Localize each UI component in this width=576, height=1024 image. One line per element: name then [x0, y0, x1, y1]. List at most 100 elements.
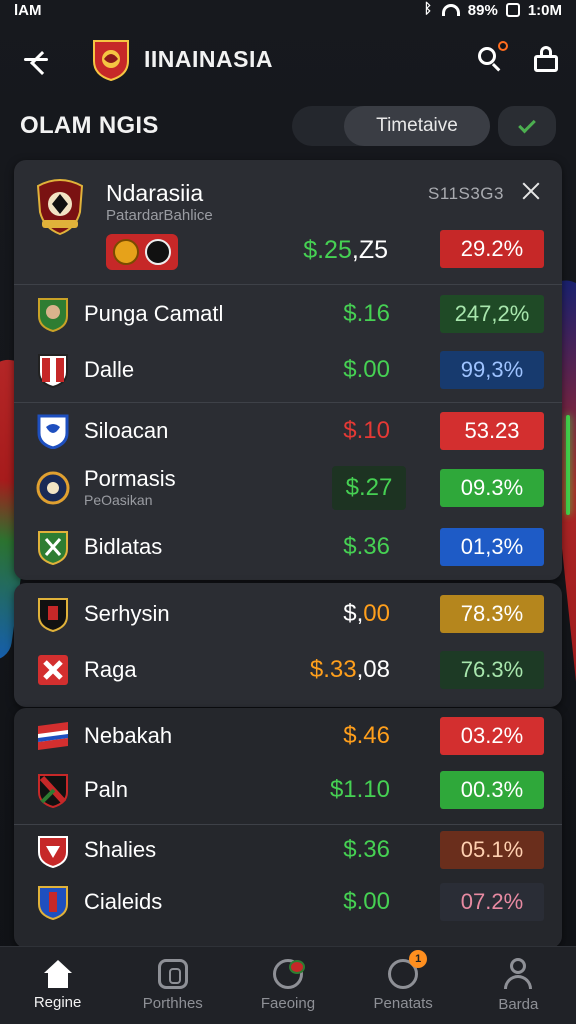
- app-bar-actions: [476, 41, 558, 73]
- team-name: Punga Camatl: [84, 301, 224, 326]
- user-icon: [503, 958, 533, 990]
- price-tail: ,08: [356, 656, 390, 683]
- team-subtitle: PeOasikan: [84, 492, 153, 508]
- team-name: Raga: [84, 657, 137, 682]
- team-name: Dalle: [84, 357, 135, 382]
- shield-red-green-icon: [36, 772, 70, 809]
- team-row[interactable]: Dalle $.00 99,3%: [14, 342, 562, 398]
- team-name: Shalies: [84, 837, 157, 862]
- team-row[interactable]: Punga Camatl $.16 247,2%: [14, 286, 562, 342]
- team-name: Bidlatas: [84, 534, 163, 559]
- price-value: $.33,08: [310, 656, 390, 684]
- price-main: $.36: [343, 836, 390, 863]
- team-name: Paln: [84, 777, 129, 802]
- status-icons: 89% 1:0M: [424, 0, 562, 19]
- price-value: $.10: [343, 417, 390, 445]
- team-row[interactable]: Paln $1.10 00.3%: [14, 762, 562, 818]
- team-row[interactable]: Pormasis PeOasikan $.27 09.3%: [14, 460, 562, 516]
- featured-team[interactable]: Ndarasiia PatardarBahlice S11S3G3 $.25,Z…: [14, 160, 562, 284]
- percent-badge[interactable]: 05.1%: [440, 831, 544, 869]
- team-row[interactable]: Nebakah $.46 03.2%: [14, 708, 562, 764]
- percent-badge[interactable]: 01,3%: [440, 528, 544, 566]
- nav-item-face[interactable]: 1 Penatats: [348, 950, 458, 1021]
- nav-label: Porthhes: [142, 995, 203, 1012]
- nav-item-ball[interactable]: Faeoing: [233, 951, 343, 1021]
- shield-green-red-icon: [36, 529, 70, 566]
- featured-badges: [106, 234, 178, 270]
- app-screen: lAM 89% 1:0M IINAINASIA: [0, 0, 576, 1024]
- price-value: $.36: [343, 836, 390, 864]
- section-header: OLAM NGIS Timetaive: [20, 104, 556, 148]
- price-main: 00: [363, 600, 390, 627]
- percent-badge[interactable]: 09.3%: [440, 469, 544, 507]
- team-row[interactable]: Raga $.33,08 76.3%: [14, 642, 562, 698]
- team-row[interactable]: Shalies $.36 05.1%: [14, 822, 562, 878]
- price-value: $.00: [343, 356, 390, 384]
- close-icon[interactable]: [520, 180, 542, 202]
- flag-red-blue-icon: [36, 718, 70, 754]
- cross-red-icon: [36, 652, 70, 688]
- featured-crest-icon: [30, 176, 90, 236]
- shield-red-white-icon: [36, 352, 70, 389]
- odds-card-tertiary: Nebakah $.46 03.2% Paln $1.10 00.3% Shalies $…: [14, 708, 562, 948]
- wifi-icon: [441, 4, 460, 16]
- shield-blue-icon: [36, 413, 70, 450]
- shield-red-icon: [36, 832, 70, 869]
- scroll-indicator: [566, 415, 570, 515]
- team-name: Cialeids: [84, 889, 163, 914]
- percent-badge[interactable]: 00.3%: [440, 771, 544, 809]
- nav-label: Barda: [498, 996, 539, 1013]
- ball-icon: [272, 959, 305, 989]
- team-row[interactable]: Cialeids $.00 07.2%: [14, 874, 562, 930]
- price-value: $.00: [343, 888, 390, 916]
- percent-badge[interactable]: 07.2%: [440, 883, 544, 921]
- team-name: Siloacan: [84, 418, 169, 443]
- filter-option-active[interactable]: Timetaive: [344, 106, 490, 146]
- filter-toggle[interactable]: Timetaive: [292, 106, 490, 146]
- bottom-navigation: Regine Porthhes Faeoing 1 Penatats Barda: [0, 946, 576, 1024]
- price-value: $.16: [343, 300, 390, 328]
- app-logo-crest-icon: [90, 37, 132, 82]
- team-name: Nebakah: [84, 723, 173, 748]
- back-arrow-icon[interactable]: [18, 41, 54, 77]
- nav-item-home[interactable]: Regine: [3, 951, 113, 1021]
- nav-item-profile[interactable]: Barda: [463, 951, 573, 1021]
- featured-percent-badge[interactable]: 29.2%: [440, 230, 544, 268]
- price-main: $.46: [343, 722, 390, 749]
- shopping-bag-icon[interactable]: [534, 46, 558, 72]
- clock: 1:0M: [527, 1, 562, 19]
- price-main: $1.10: [329, 776, 390, 803]
- percent-badge[interactable]: 03.2%: [440, 717, 544, 755]
- team-name: Pormasis: [84, 466, 176, 491]
- home-icon: [43, 960, 73, 988]
- battery-icon: [505, 3, 520, 17]
- featured-team-name: Ndarasiia: [106, 180, 204, 206]
- team-row[interactable]: Serhysin $,00 78.3%: [14, 586, 562, 642]
- search-icon[interactable]: [476, 41, 508, 73]
- percent-badge[interactable]: 247,2%: [440, 295, 544, 333]
- price-value: $1.10: [330, 776, 390, 804]
- face-icon: 1: [388, 950, 428, 989]
- nav-item-matches[interactable]: Porthhes: [118, 951, 228, 1021]
- app-bar: IINAINASIA: [0, 32, 576, 86]
- percent-badge[interactable]: 76.3%: [440, 651, 544, 689]
- team-row[interactable]: Bidlatas $.36 01,3%: [14, 519, 562, 575]
- confirm-button[interactable]: [498, 106, 556, 146]
- section-title: OLAM NGIS: [20, 112, 159, 139]
- price-value: $.36: [343, 533, 390, 561]
- battery-percent: 89%: [467, 1, 498, 19]
- shield-blue-red-icon: [36, 884, 70, 921]
- featured-price-main: $.25: [303, 236, 352, 264]
- featured-team-subtitle: PatardarBahlice: [106, 207, 213, 224]
- team-row[interactable]: Siloacan $.10 53.23: [14, 403, 562, 459]
- percent-badge[interactable]: 99,3%: [440, 351, 544, 389]
- matches-icon: [157, 959, 188, 989]
- percent-badge[interactable]: 53.23: [440, 412, 544, 450]
- bluetooth-icon: [424, 0, 434, 17]
- percent-badge[interactable]: 78.3%: [440, 595, 544, 633]
- round-crest-icon: [36, 470, 70, 506]
- price-value: $,00: [343, 600, 390, 628]
- badge-gold-icon: [113, 239, 139, 265]
- status-left-text: lAM: [14, 1, 42, 19]
- divider: [14, 284, 562, 285]
